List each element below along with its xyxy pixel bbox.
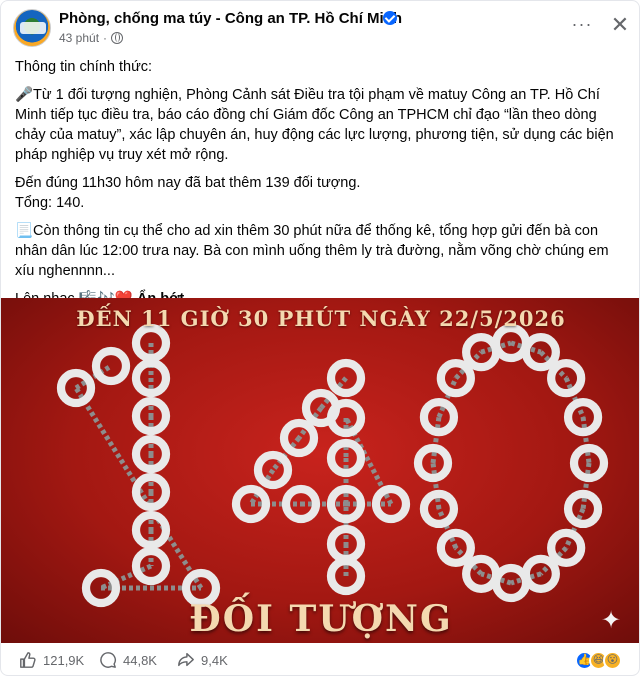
post-paragraph: 📃Còn thông tin cụ thể cho ad xin thêm 30… xyxy=(15,223,609,279)
post-meta: 43 phút · xyxy=(59,31,124,45)
post-paragraph: Đến đúng 11h30 hôm nay đã bat thêm 139 đ… xyxy=(15,175,361,191)
sparkle-icon: ✦ xyxy=(601,607,622,634)
chain-link xyxy=(580,416,592,464)
share-button[interactable]: 9,4K xyxy=(177,651,228,669)
post-time[interactable]: 43 phút xyxy=(59,31,99,45)
handcuff-number-art xyxy=(56,323,609,608)
share-count: 9,4K xyxy=(201,652,228,668)
page-name[interactable]: Phòng, chống ma túy - Công an TP. Hồ Chí… xyxy=(59,10,402,27)
chain-link xyxy=(580,462,592,510)
page-avatar[interactable] xyxy=(13,9,51,47)
share-arrow-icon xyxy=(178,652,194,667)
post-image[interactable]: ĐẾN 11 GIỜ 30 PHÚT NGÀY 22/5/2026 ĐỐI TƯ… xyxy=(1,298,639,643)
verified-badge-icon xyxy=(383,11,397,25)
wow-reaction-icon: 😮 xyxy=(603,651,622,670)
post-actions: 121,9K 44,8K 9,4K 👍 😆 😮 xyxy=(1,643,639,675)
close-button[interactable]: ✕ xyxy=(605,11,635,41)
comment-bubble-icon xyxy=(100,652,117,668)
post-paragraph: Thông tin chính thức: xyxy=(15,59,153,75)
like-button[interactable]: 121,9K xyxy=(19,651,84,669)
comment-count: 44,8K xyxy=(123,652,157,668)
reaction-summary[interactable]: 👍 😆 😮 xyxy=(575,651,622,670)
post-body: Thông tin chính thức: 🎤Từ 1 đối tượng ng… xyxy=(15,57,631,309)
post-paragraph: Tổng: 140. xyxy=(15,195,85,211)
facebook-post: Phòng, chống ma túy - Công an TP. Hồ Chí… xyxy=(0,0,640,676)
chain-link xyxy=(430,462,442,510)
like-count: 121,9K xyxy=(43,652,85,668)
image-caption-bottom: ĐỐI TƯỢNG xyxy=(189,598,453,640)
globe-icon xyxy=(111,32,124,44)
chain-link xyxy=(430,416,442,464)
more-options-button[interactable]: ··· xyxy=(567,11,597,41)
image-caption-top: ĐẾN 11 GIỜ 30 PHÚT NGÀY 22/5/2026 xyxy=(76,306,566,331)
post-paragraph: 🎤Từ 1 đối tượng nghiện, Phòng Cảnh sát Đ… xyxy=(15,87,614,163)
post-header: Phòng, chống ma túy - Công an TP. Hồ Chí… xyxy=(1,1,639,53)
thumbs-up-icon xyxy=(20,652,36,668)
comment-button[interactable]: 44,8K xyxy=(99,651,157,669)
